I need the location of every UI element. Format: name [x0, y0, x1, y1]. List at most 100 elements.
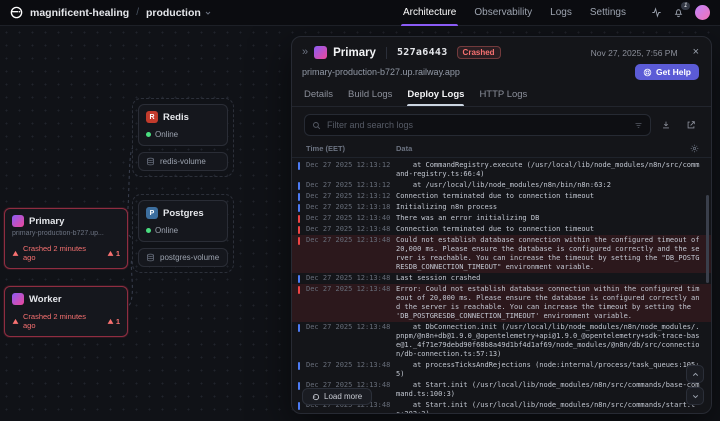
environment-label: production [145, 6, 201, 19]
warning-icon [107, 250, 114, 256]
deployment-domain-link[interactable]: primary-production-b727.up.railway.app [302, 67, 460, 77]
filter-icon[interactable] [634, 121, 643, 130]
volume-redis[interactable]: redis-volume [138, 152, 228, 171]
log-level-bar [298, 275, 300, 283]
log-message: There was an error initializing DB [396, 214, 540, 222]
log-timestamp: Dec 27 2025 12:13:48 [306, 236, 391, 244]
nav-tab-logs[interactable]: Logs [541, 0, 581, 26]
service-name: Worker [29, 293, 62, 305]
log-message: at Start.init (/usr/local/lib/node_modul… [396, 381, 700, 398]
log-row[interactable]: Dec 27 2025 12:13:48 Error: Could not es… [292, 284, 711, 322]
service-group-postgres: P Postgres Online postgres-volume [132, 194, 234, 273]
log-row[interactable]: Dec 27 2025 12:13:40 There was an error … [292, 213, 711, 224]
log-message: at Start.init (/usr/local/lib/node_modul… [396, 401, 696, 413]
log-level-bar [298, 382, 300, 390]
log-message: at DbConnection.init (/usr/local/lib/nod… [396, 323, 700, 358]
tab-http-logs[interactable]: HTTP Logs [479, 89, 527, 106]
load-more-button[interactable]: Load more [302, 388, 373, 405]
user-avatar[interactable] [695, 5, 710, 20]
log-message: Initializing n8n process [396, 203, 498, 211]
service-status: Online [155, 130, 179, 139]
log-message: Error: Could not establish database conn… [396, 285, 700, 320]
volume-name: postgres-volume [160, 253, 220, 262]
volume-icon [147, 253, 154, 262]
get-help-button[interactable]: Get Help [635, 64, 699, 80]
service-card-primary[interactable]: Primary primary-production-b727.up... Cr… [4, 208, 128, 269]
warning-icon [107, 318, 114, 324]
online-status-dot [146, 132, 151, 137]
log-list[interactable]: Dec 27 2025 12:13:12 at CommandRegistry.… [292, 158, 711, 413]
panel-service-name: Primary [333, 46, 376, 59]
log-row[interactable]: Dec 27 2025 12:13:48 Last session crashe… [292, 273, 711, 284]
tab-build-logs[interactable]: Build Logs [348, 89, 392, 106]
open-external-button[interactable] [681, 115, 701, 135]
scroll-down-button[interactable] [686, 387, 704, 405]
nav-tab-settings[interactable]: Settings [581, 0, 635, 26]
tab-deploy-logs[interactable]: Deploy Logs [407, 89, 465, 106]
deployment-panel: » Primary 527a6443 Crashed Nov 27, 2025,… [291, 36, 712, 414]
log-row[interactable]: Dec 27 2025 12:13:12 at /usr/local/lib/n… [292, 180, 711, 191]
notifications-bell-icon[interactable]: 1 [673, 2, 690, 18]
log-row[interactable]: Dec 27 2025 12:13:48 at processTicksAndR… [292, 360, 711, 380]
redis-icon: R [146, 111, 158, 123]
log-message: at /usr/local/lib/node_modules/n8n/bin/n… [396, 181, 611, 189]
service-card-worker[interactable]: Worker Crashed 2 minutes ago 1 [4, 286, 128, 337]
primary-service-icon [314, 46, 328, 59]
chevron-down-icon [205, 11, 211, 15]
deployment-timestamp: Nov 27, 2025, 7:56 PM [590, 47, 678, 58]
log-level-bar [298, 226, 300, 234]
nav-tab-architecture[interactable]: Architecture [394, 0, 465, 26]
tab-details[interactable]: Details [304, 89, 333, 106]
log-level-bar [298, 215, 300, 223]
panel-header: » Primary 527a6443 Crashed Nov 27, 2025,… [292, 37, 711, 80]
service-domain: primary-production-b727.up... [12, 230, 104, 237]
log-level-bar [298, 237, 300, 245]
log-row[interactable]: Dec 27 2025 12:13:18 Initializing n8n pr… [292, 202, 711, 213]
scrollbar[interactable] [706, 195, 709, 283]
download-logs-button[interactable] [656, 115, 676, 135]
alert-count-badge: 1 [107, 249, 120, 258]
log-settings-gear-icon[interactable] [690, 144, 699, 153]
service-card-redis[interactable]: R Redis Online [138, 104, 228, 146]
breadcrumb-environment[interactable]: production [146, 7, 212, 19]
search-icon [313, 121, 321, 129]
breadcrumb-project[interactable]: magnificent-healing [30, 7, 129, 19]
column-data: Data [396, 144, 413, 153]
log-row[interactable]: Dec 27 2025 12:13:48 Could not establish… [292, 235, 711, 273]
log-table-header: Time (EET) Data [292, 142, 711, 158]
log-timestamp: Dec 27 2025 12:13:18 [306, 203, 391, 211]
log-row[interactable]: Dec 27 2025 12:13:48 Connection terminat… [292, 224, 711, 235]
log-search-box[interactable] [304, 114, 651, 136]
nav-tab-observability[interactable]: Observability [465, 0, 541, 26]
log-timestamp: Dec 27 2025 12:13:48 [306, 323, 391, 331]
primary-service-icon [12, 215, 24, 227]
close-icon[interactable]: × [693, 47, 699, 58]
warning-icon [12, 250, 19, 256]
log-toolbar [292, 107, 711, 142]
log-timestamp: Dec 27 2025 12:13:12 [306, 181, 391, 189]
activity-icon[interactable] [651, 7, 662, 18]
log-level-bar [298, 402, 300, 410]
volume-postgres[interactable]: postgres-volume [138, 248, 228, 267]
notification-badge: 1 [681, 2, 690, 10]
log-level-bar [298, 362, 300, 370]
log-row[interactable]: Dec 27 2025 12:13:48 at DbConnection.ini… [292, 322, 711, 360]
log-message: Connection terminated due to connection … [396, 192, 595, 200]
deployment-id[interactable]: 527a6443 [397, 47, 448, 58]
load-more-label: Load more [324, 392, 363, 401]
scroll-up-button[interactable] [686, 365, 704, 383]
get-help-label: Get Help [656, 67, 691, 77]
service-card-postgres[interactable]: P Postgres Online [138, 200, 228, 242]
status-badge: Crashed [456, 46, 501, 59]
column-time: Time (EET) [306, 144, 346, 153]
arrow-up-icon [692, 372, 698, 376]
log-search-input[interactable] [327, 120, 628, 130]
service-status: Crashed 2 minutes ago [23, 244, 86, 262]
log-row[interactable]: Dec 27 2025 12:13:12 Connection terminat… [292, 191, 711, 202]
nav-icon-group: 1 [651, 2, 710, 20]
log-row[interactable]: Dec 27 2025 12:13:12 at CommandRegistry.… [292, 160, 711, 180]
top-navbar: magnificent-healing / production Archite… [0, 0, 720, 26]
railway-logo-icon[interactable] [10, 6, 23, 19]
warning-icon [12, 318, 19, 324]
collapse-panel-icon[interactable]: » [302, 47, 308, 58]
